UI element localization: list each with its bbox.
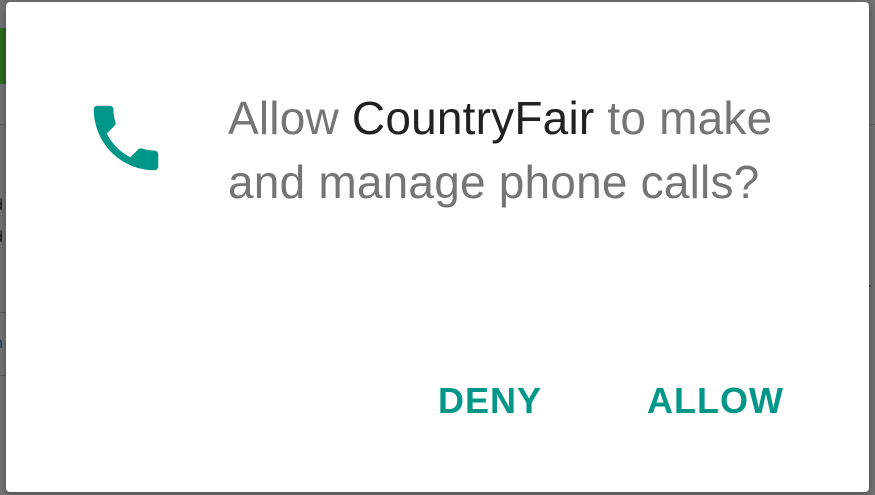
background-glyph: n (0, 336, 3, 352)
app-name: CountryFair (351, 92, 595, 144)
allow-button[interactable]: ALLOW (641, 373, 790, 429)
background-glyph: d (0, 198, 3, 214)
deny-button[interactable]: DENY (432, 373, 548, 429)
background-glyph: d (0, 230, 3, 246)
permission-message: Allow CountryFair to make and manage pho… (228, 86, 788, 214)
permission-dialog: Allow CountryFair to make and manage pho… (6, 2, 869, 492)
background-divider (869, 124, 875, 125)
phone-icon (83, 95, 169, 181)
message-prefix: Allow (228, 92, 352, 144)
